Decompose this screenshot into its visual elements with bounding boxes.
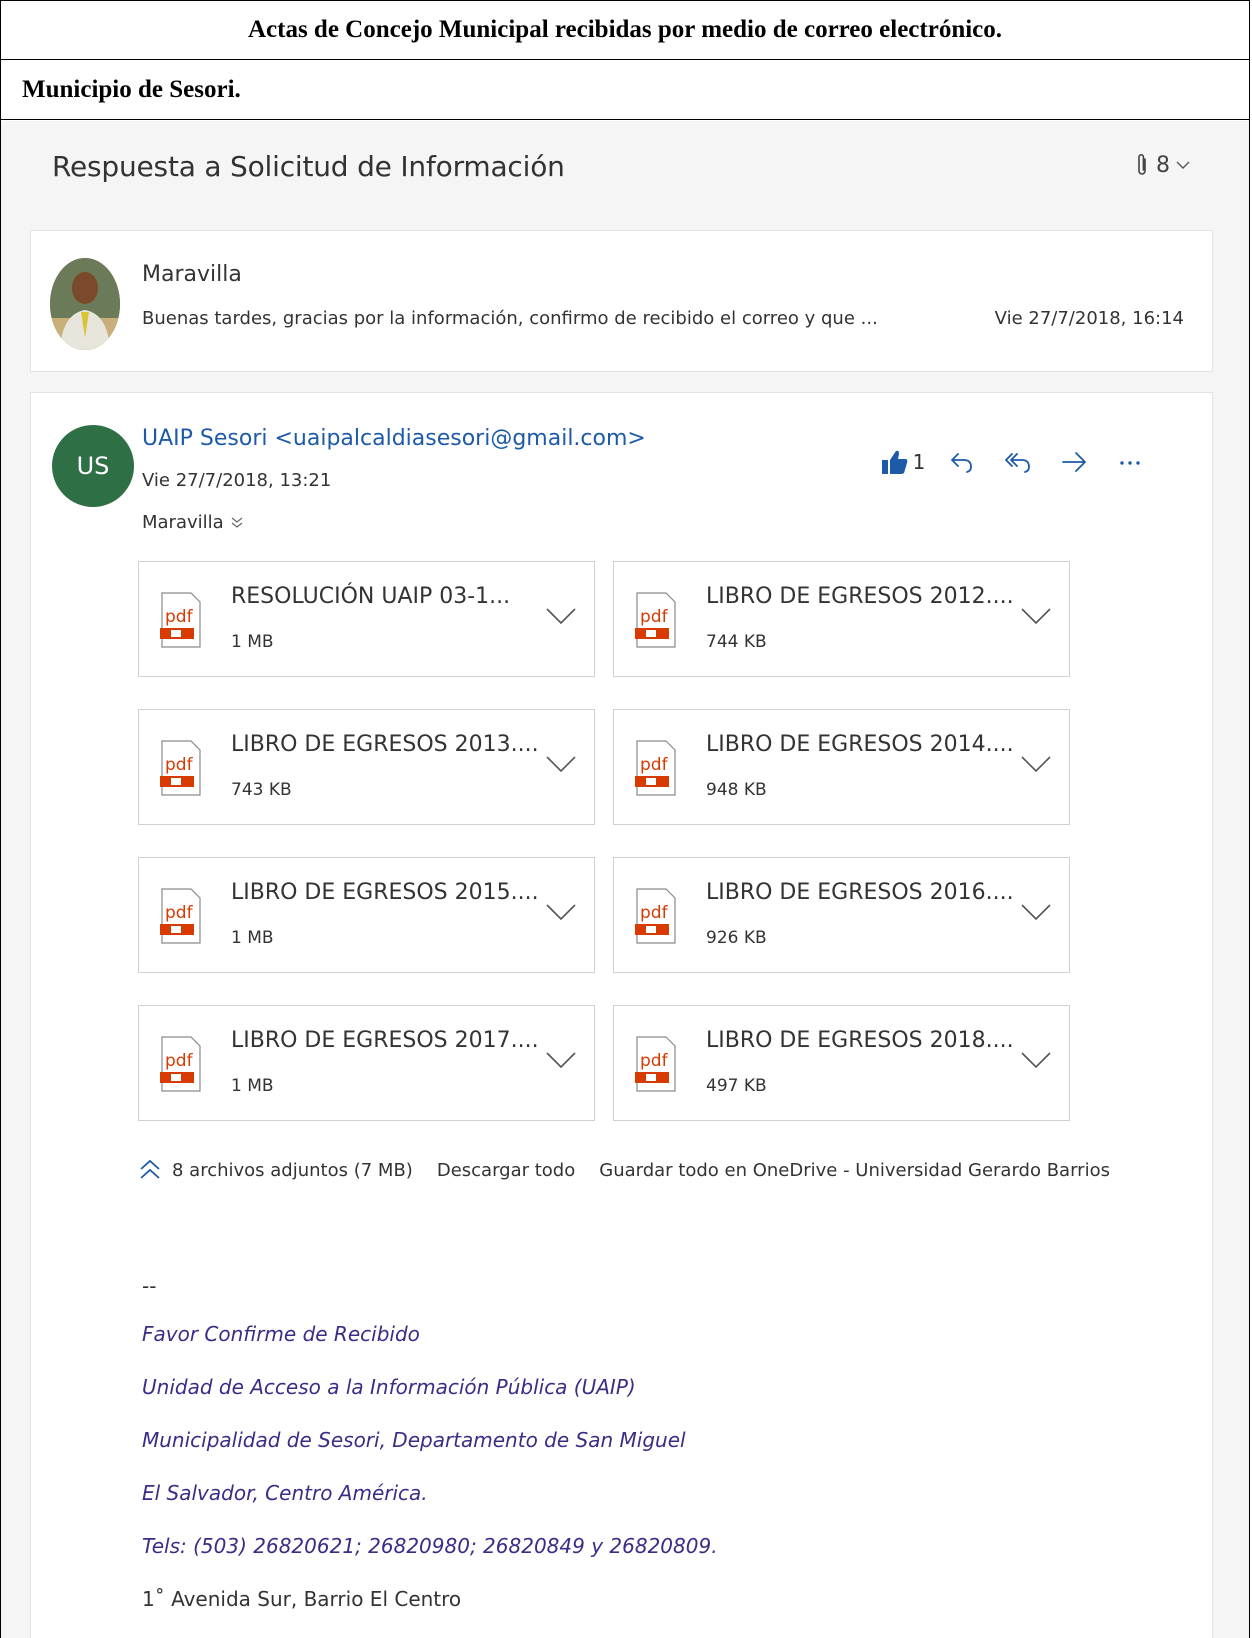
- reply-all-icon: [1005, 453, 1030, 473]
- attachment-card[interactable]: pdf LIBRO DE EGRESOS 2017.... 1 MB: [138, 1005, 595, 1121]
- double-chevron-down-icon: [231, 517, 243, 528]
- attachment-size: 1 MB: [231, 928, 274, 948]
- attachment-card[interactable]: pdf LIBRO DE EGRESOS 2018.... 497 KB: [613, 1005, 1070, 1121]
- signature-line: Unidad de Acceso a la Información Públic…: [142, 1375, 636, 1399]
- attachment-count-button[interactable]: 8: [1134, 152, 1190, 178]
- signature-line: Favor Confirme de Recibido: [142, 1322, 420, 1346]
- svg-text:pdf: pdf: [165, 607, 194, 627]
- attachment-card[interactable]: pdf LIBRO DE EGRESOS 2015.... 1 MB: [138, 857, 595, 973]
- paperclip-icon: [1138, 154, 1146, 175]
- avatar: US: [52, 425, 134, 507]
- attachment-name: LIBRO DE EGRESOS 2016....: [706, 880, 1014, 905]
- pdf-icon: pdf: [635, 740, 676, 796]
- sender-name: Maravilla: [142, 262, 242, 287]
- attachments-footer: 8 archivos adjuntos (7 MB) Descargar tod…: [138, 1158, 1110, 1182]
- attachment-card[interactable]: pdf LIBRO DE EGRESOS 2014.... 948 KB: [613, 709, 1070, 825]
- message-actions: 1: [872, 442, 1158, 482]
- chevron-down-icon[interactable]: [544, 900, 578, 924]
- svg-text:pdf: pdf: [640, 903, 669, 923]
- chevron-down-icon[interactable]: [1019, 1048, 1053, 1072]
- chevron-down-icon: [1176, 161, 1190, 169]
- signature-line: Municipalidad de Sesori, Departamento de…: [142, 1428, 686, 1452]
- attachment-size: 744 KB: [706, 632, 767, 652]
- pdf-icon: pdf: [160, 592, 201, 648]
- person-photo-icon: [50, 258, 120, 350]
- attachment-name: LIBRO DE EGRESOS 2014....: [706, 732, 1014, 757]
- thumbs-up-icon: [881, 450, 907, 474]
- chevron-down-icon[interactable]: [544, 1048, 578, 1072]
- svg-text:pdf: pdf: [640, 755, 669, 775]
- reply-button[interactable]: [934, 442, 990, 482]
- document-subtitle: Municipio de Sesori.: [0, 60, 1250, 120]
- signature-address: 1˚ Avenida Sur, Barrio El Centro: [142, 1587, 462, 1611]
- attachment-size: 1 MB: [231, 632, 274, 652]
- attachment-name: LIBRO DE EGRESOS 2018....: [706, 1028, 1014, 1053]
- chevron-down-icon[interactable]: [1019, 752, 1053, 776]
- signature-line: El Salvador, Centro América.: [142, 1481, 428, 1505]
- more-icon: [1120, 461, 1140, 465]
- reply-all-button[interactable]: [990, 442, 1046, 482]
- attachment-size: 948 KB: [706, 780, 767, 800]
- document-title: Actas de Concejo Municipal recibidas por…: [0, 0, 1250, 60]
- attachment-card[interactable]: pdf LIBRO DE EGRESOS 2013.... 743 KB: [138, 709, 595, 825]
- like-count: 1: [912, 450, 926, 474]
- svg-text:pdf: pdf: [640, 1051, 669, 1071]
- attachment-count: 8: [1156, 152, 1170, 178]
- attachments-summary: 8 archivos adjuntos (7 MB): [172, 1159, 413, 1181]
- collapse-attachments-icon[interactable]: [138, 1158, 162, 1182]
- pdf-icon: pdf: [160, 740, 201, 796]
- reply-icon: [951, 453, 972, 473]
- chevron-down-icon[interactable]: [1019, 900, 1053, 924]
- attachment-size: 926 KB: [706, 928, 767, 948]
- attachment-card[interactable]: pdf LIBRO DE EGRESOS 2012.... 744 KB: [613, 561, 1070, 677]
- chevron-down-icon[interactable]: [544, 752, 578, 776]
- attachment-card[interactable]: pdf LIBRO DE EGRESOS 2016.... 926 KB: [613, 857, 1070, 973]
- svg-text:pdf: pdf: [165, 1051, 194, 1071]
- pdf-icon: pdf: [635, 888, 676, 944]
- signature-line: Tels: (503) 26820621; 26820980; 26820849…: [142, 1534, 718, 1558]
- attachment-name: LIBRO DE EGRESOS 2013....: [231, 732, 539, 757]
- pdf-icon: pdf: [635, 592, 676, 648]
- chevron-down-icon[interactable]: [544, 604, 578, 628]
- message-preview: Buenas tardes, gracias por la informació…: [142, 308, 878, 329]
- more-actions-button[interactable]: [1102, 442, 1158, 482]
- message-collapsed[interactable]: [30, 230, 1213, 372]
- like-button[interactable]: 1: [872, 442, 934, 482]
- attachment-card[interactable]: pdf RESOLUCIÓN UAIP 03-1... 1 MB: [138, 561, 595, 677]
- attachment-name: RESOLUCIÓN UAIP 03-1...: [231, 584, 511, 609]
- sender-address[interactable]: UAIP Sesori <uaipalcaldiasesori@gmail.co…: [142, 426, 646, 451]
- pdf-icon: pdf: [160, 888, 201, 944]
- attachment-name: LIBRO DE EGRESOS 2015....: [231, 880, 539, 905]
- recipient-line[interactable]: Maravilla: [142, 512, 244, 533]
- attachment-name: LIBRO DE EGRESOS 2012....: [706, 584, 1014, 609]
- message-date: Vie 27/7/2018, 13:21: [142, 470, 332, 491]
- svg-text:pdf: pdf: [165, 755, 194, 775]
- attachment-size: 497 KB: [706, 1076, 767, 1096]
- pdf-icon: pdf: [160, 1036, 201, 1092]
- svg-text:pdf: pdf: [165, 903, 194, 923]
- attachment-name: LIBRO DE EGRESOS 2017....: [231, 1028, 539, 1053]
- save-to-onedrive-link[interactable]: Guardar todo en OneDrive - Universidad G…: [599, 1160, 1110, 1181]
- forward-arrow-icon: [1062, 452, 1086, 472]
- pdf-icon: pdf: [635, 1036, 676, 1092]
- avatar: [50, 258, 120, 350]
- attachment-size: 1 MB: [231, 1076, 274, 1096]
- download-all-link[interactable]: Descargar todo: [437, 1160, 575, 1181]
- recipient-name: Maravilla: [142, 512, 224, 533]
- signature-separator: --: [142, 1274, 157, 1298]
- email-subject: Respuesta a Solicitud de Información: [52, 150, 565, 183]
- svg-text:pdf: pdf: [640, 607, 669, 627]
- chevron-down-icon[interactable]: [1019, 604, 1053, 628]
- attachment-size: 743 KB: [231, 780, 292, 800]
- message-date: Vie 27/7/2018, 16:14: [994, 308, 1184, 329]
- forward-button[interactable]: [1046, 442, 1102, 482]
